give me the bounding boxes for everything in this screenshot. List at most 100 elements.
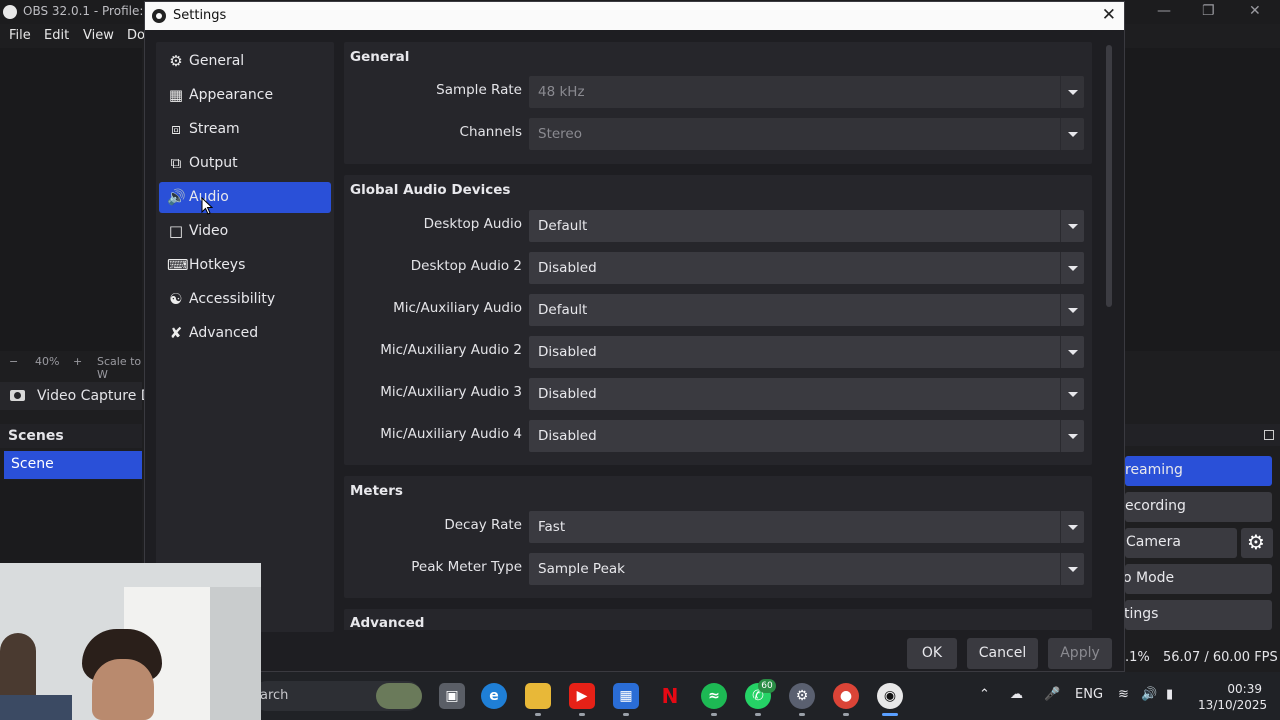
desktop-audio-2-select[interactable]: Disabled bbox=[529, 252, 1084, 284]
start-recording-button[interactable]: ecording bbox=[1125, 492, 1272, 522]
source-name: Video Capture De bbox=[37, 388, 161, 404]
notification-badge: 60 bbox=[758, 679, 776, 693]
clock-time: 00:39 bbox=[1227, 682, 1262, 696]
preview-area[interactable] bbox=[0, 48, 142, 351]
menu-view[interactable]: View bbox=[83, 28, 114, 43]
scene-list-item[interactable]: Scene bbox=[4, 451, 142, 479]
wifi-icon[interactable]: ≋ bbox=[1118, 687, 1129, 702]
decay-rate-select[interactable]: Fast bbox=[529, 511, 1084, 543]
edge-icon[interactable]: e bbox=[481, 683, 507, 709]
desktop-audio-select[interactable]: Default bbox=[529, 210, 1084, 242]
apply-button[interactable]: Apply bbox=[1048, 638, 1112, 669]
select-value: Fast bbox=[538, 519, 566, 535]
nav-item-accessibility[interactable]: ☯ Accessibility bbox=[159, 284, 331, 315]
nav-item-label: Stream bbox=[189, 121, 240, 137]
chevron-down-icon bbox=[1060, 378, 1084, 410]
zoom-bar: − 40% + Scale to W bbox=[0, 354, 142, 381]
group-general: General Sample Rate 48 kHz Channels Ster… bbox=[344, 42, 1092, 164]
virtual-camera-settings-button[interactable]: ⚙ bbox=[1241, 528, 1273, 558]
preview-area-right[interactable] bbox=[1125, 48, 1280, 351]
tools-icon: ✘ bbox=[169, 324, 183, 342]
nav-item-label: Video bbox=[189, 223, 229, 239]
settings-nav: ⚙ General ▦ Appearance ⧈ Stream ⧉ Output… bbox=[156, 42, 334, 632]
studio-mode-button[interactable]: o Mode bbox=[1125, 564, 1272, 594]
nav-item-appearance[interactable]: ▦ Appearance bbox=[159, 80, 331, 111]
clock-date: 13/10/2025 bbox=[1198, 698, 1268, 712]
start-recording-label: ecording bbox=[1125, 498, 1186, 514]
nav-item-advanced[interactable]: ✘ Advanced bbox=[159, 318, 331, 349]
scale-label[interactable]: Scale to W bbox=[97, 355, 142, 381]
settings-label: tings bbox=[1125, 606, 1159, 622]
select-value: Stereo bbox=[538, 126, 582, 142]
menu-file[interactable]: File bbox=[9, 28, 31, 43]
cancel-button[interactable]: Cancel bbox=[967, 638, 1038, 669]
channels-select[interactable]: Stereo bbox=[529, 118, 1084, 150]
mic-aux-audio-2-select[interactable]: Disabled bbox=[529, 336, 1084, 368]
running-indicator bbox=[711, 713, 717, 716]
nav-item-stream[interactable]: ⧈ Stream bbox=[159, 114, 331, 145]
status-bar: .1% 56.07 / 60.00 FPS bbox=[1125, 644, 1280, 670]
chevron-down-icon bbox=[1060, 118, 1084, 150]
minimize-icon[interactable]: — bbox=[1157, 3, 1171, 19]
scenes-list[interactable] bbox=[0, 480, 142, 564]
start-streaming-button[interactable]: reaming bbox=[1125, 456, 1272, 486]
select-value: Disabled bbox=[538, 386, 597, 402]
settings-scrollbar[interactable] bbox=[1106, 45, 1112, 307]
battery-icon[interactable]: ▮ bbox=[1166, 687, 1173, 702]
chevron-down-icon bbox=[1060, 252, 1084, 284]
close-icon[interactable]: ✕ bbox=[1249, 3, 1261, 19]
obs-taskbar-icon[interactable]: ◉ bbox=[877, 683, 903, 709]
peak-meter-type-select[interactable]: Sample Peak bbox=[529, 553, 1084, 585]
mic-aux-audio-3-select[interactable]: Disabled bbox=[529, 378, 1084, 410]
close-icon[interactable]: ✕ bbox=[1102, 5, 1116, 25]
taskbar-clock[interactable]: 00:39 13/10/2025 bbox=[1198, 681, 1268, 713]
desktop-audio-2-label: Desktop Audio 2 bbox=[410, 258, 522, 274]
ok-button[interactable]: OK bbox=[907, 638, 957, 669]
youtube-icon[interactable]: ▶ bbox=[569, 683, 595, 709]
task-view-icon[interactable]: ▣ bbox=[439, 683, 465, 709]
zoom-in-icon[interactable]: + bbox=[73, 355, 82, 368]
file-explorer-icon[interactable] bbox=[525, 683, 551, 709]
mic-aux-audio-2-label: Mic/Auxiliary Audio 2 bbox=[380, 342, 522, 358]
monitor-icon: □ bbox=[168, 222, 184, 240]
decay-rate-label: Decay Rate bbox=[444, 517, 522, 533]
maximize-icon[interactable]: ❐ bbox=[1202, 3, 1215, 19]
menu-docks[interactable]: Do bbox=[127, 28, 145, 43]
desktop-audio-label: Desktop Audio bbox=[423, 216, 522, 232]
chevron-down-icon bbox=[1060, 294, 1084, 326]
netflix-icon[interactable]: N bbox=[657, 683, 683, 709]
chrome-icon[interactable]: ● bbox=[833, 683, 859, 709]
mic-aux-audio-select[interactable]: Default bbox=[529, 294, 1084, 326]
source-bar[interactable]: Video Capture De bbox=[0, 382, 160, 410]
peak-meter-type-label: Peak Meter Type bbox=[411, 559, 522, 575]
microsoft-store-icon[interactable]: ▦ bbox=[613, 683, 639, 709]
tray-overflow-icon[interactable]: ⌃ bbox=[979, 687, 990, 702]
cpu-usage: .1% bbox=[1125, 650, 1150, 665]
volume-icon[interactable]: 🔊 bbox=[1141, 687, 1157, 702]
settings-app-icon[interactable]: ⚙ bbox=[789, 683, 815, 709]
microphone-icon[interactable]: 🎤 bbox=[1044, 687, 1060, 702]
search-highlight-icon[interactable] bbox=[376, 683, 422, 709]
keyboard-icon: ⌨ bbox=[167, 256, 189, 274]
sample-rate-select[interactable]: 48 kHz bbox=[529, 76, 1084, 108]
nav-item-video[interactable]: □ Video bbox=[159, 216, 331, 247]
nav-item-output[interactable]: ⧉ Output bbox=[159, 148, 331, 179]
speaker-icon: 🔊 bbox=[167, 188, 186, 206]
onedrive-icon[interactable]: ☁ bbox=[1010, 687, 1023, 702]
chevron-down-icon bbox=[1060, 553, 1084, 585]
nav-item-hotkeys[interactable]: ⌨ Hotkeys bbox=[159, 250, 331, 281]
zoom-out-icon[interactable]: − bbox=[9, 355, 18, 368]
language-indicator[interactable]: ENG bbox=[1075, 687, 1103, 702]
sample-rate-label: Sample Rate bbox=[436, 82, 522, 98]
mic-aux-audio-3-label: Mic/Auxiliary Audio 3 bbox=[380, 384, 522, 400]
studio-mode-label: o Mode bbox=[1125, 570, 1175, 586]
spotify-icon[interactable]: ≈ bbox=[701, 683, 727, 709]
group-title: Meters bbox=[350, 483, 403, 499]
menu-edit[interactable]: Edit bbox=[44, 28, 69, 43]
settings-button[interactable]: tings bbox=[1125, 600, 1272, 630]
virtual-camera-button[interactable]: Camera bbox=[1125, 528, 1237, 558]
undock-icon[interactable] bbox=[1264, 430, 1274, 440]
nav-item-audio[interactable]: 🔊 Audio bbox=[159, 182, 331, 213]
mic-aux-audio-4-select[interactable]: Disabled bbox=[529, 420, 1084, 452]
nav-item-general[interactable]: ⚙ General bbox=[159, 46, 331, 77]
